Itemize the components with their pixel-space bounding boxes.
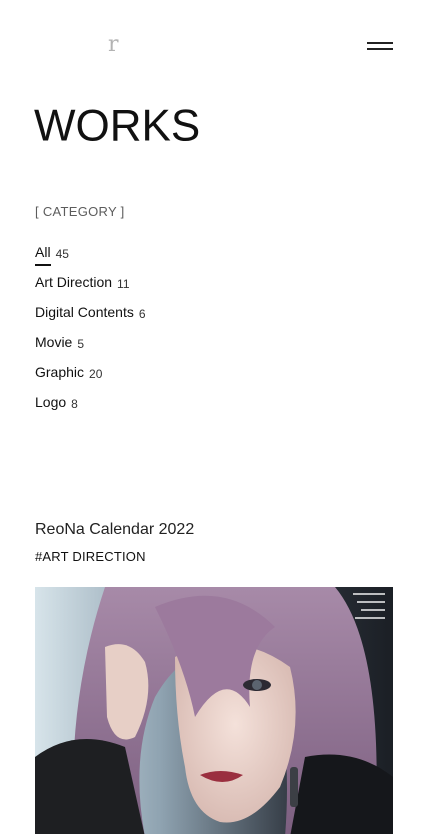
category-name: Digital Contents xyxy=(35,304,134,320)
category-name: Movie xyxy=(35,334,73,350)
category-count: 8 xyxy=(71,397,78,411)
work-category-tag[interactable]: #ART DIRECTION xyxy=(35,549,146,564)
page-title: WORKS xyxy=(34,100,201,151)
category-count: 45 xyxy=(55,247,69,261)
menu-button[interactable] xyxy=(362,38,398,56)
category-count: 11 xyxy=(117,277,130,291)
category-count: 5 xyxy=(77,337,85,351)
portrait-photo xyxy=(35,587,393,834)
category-item-graphic[interactable]: Graphic 20 xyxy=(35,364,146,394)
category-name: Graphic xyxy=(35,364,85,380)
category-heading: [ CATEGORY ] xyxy=(35,204,125,219)
work-title[interactable]: ReoNa Calendar 2022 xyxy=(35,521,194,539)
category-name: Art Direction xyxy=(35,274,113,290)
category-item-all[interactable]: All 45 xyxy=(35,244,146,274)
category-list: All 45 Art Direction 11 Digital Contents… xyxy=(35,244,146,424)
category-count: 6 xyxy=(138,307,146,321)
work-thumbnail-image[interactable] xyxy=(35,587,393,834)
category-name: Logo xyxy=(35,394,67,410)
category-item-digital-contents[interactable]: Digital Contents 6 xyxy=(35,304,146,334)
category-count: 20 xyxy=(89,367,103,381)
category-item-art-direction[interactable]: Art Direction 11 xyxy=(35,274,146,304)
works-page: r WORKS [ CATEGORY ] All 45 Art Directio… xyxy=(0,0,428,834)
category-name: All xyxy=(35,244,51,260)
site-logo[interactable]: r xyxy=(108,34,119,56)
category-item-movie[interactable]: Movie 5 xyxy=(35,334,146,364)
category-item-logo[interactable]: Logo 8 xyxy=(35,394,146,424)
